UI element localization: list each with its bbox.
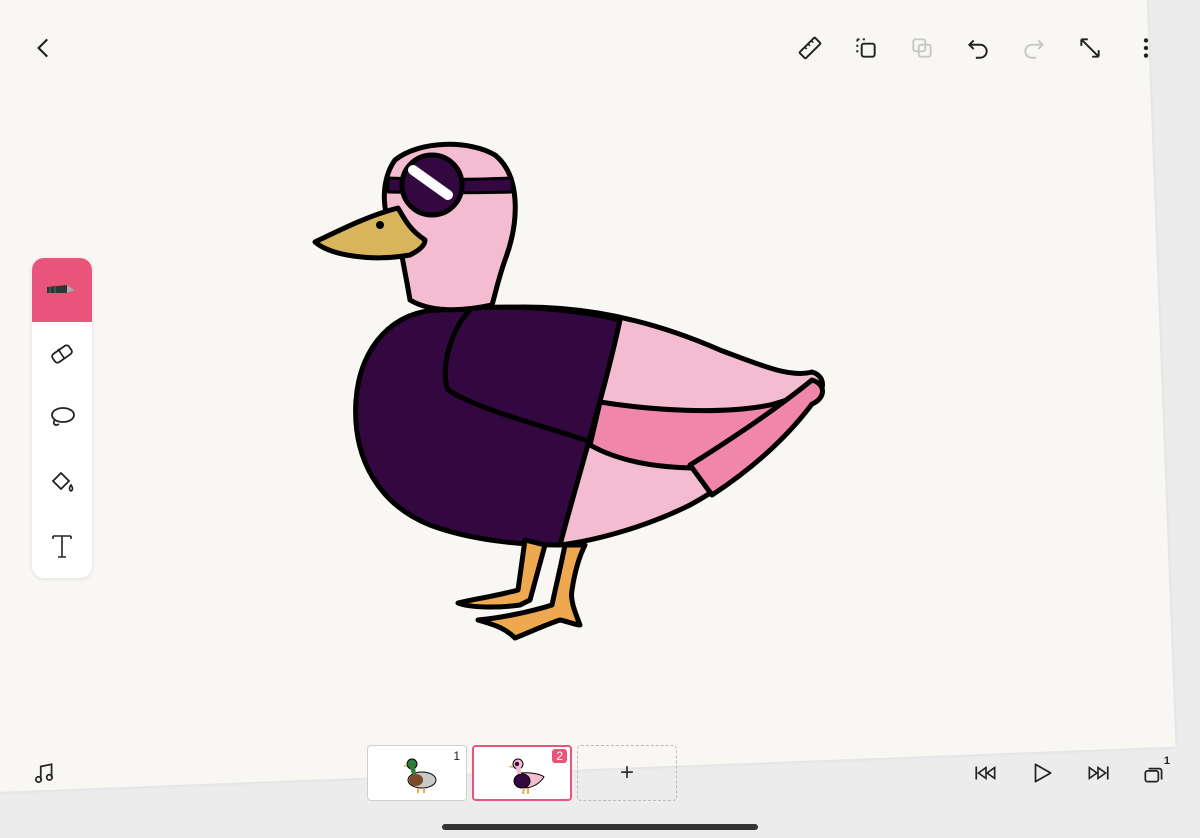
eraser-icon (51, 344, 73, 364)
skip-forward-icon (1088, 766, 1109, 780)
tool-palette (32, 258, 92, 578)
layers-count-badge: 1 (1163, 755, 1170, 767)
frame-2[interactable]: 2 (472, 745, 572, 801)
duplicate-icon (856, 38, 876, 58)
frame-1[interactable]: 1 (367, 745, 467, 801)
back-button[interactable] (22, 26, 66, 70)
frame-number: 1 (453, 749, 460, 763)
pen-icon (47, 285, 75, 293)
redo-icon (1024, 39, 1045, 59)
more-button[interactable] (1124, 26, 1168, 70)
layers-button[interactable]: 1 (1132, 751, 1176, 795)
duplicate-button[interactable] (844, 26, 888, 70)
music-button[interactable] (22, 751, 66, 795)
eraser-tool[interactable] (32, 322, 92, 386)
ruler-icon (798, 36, 822, 60)
lasso-tool[interactable] (32, 386, 92, 450)
copy-icon (912, 38, 932, 58)
frame-thumbnail (403, 758, 437, 793)
more-icon (1143, 38, 1149, 58)
redo-button[interactable] (1012, 26, 1056, 70)
play-icon (1034, 763, 1052, 783)
add-frame-button[interactable]: + (577, 745, 677, 801)
text-tool[interactable] (32, 514, 92, 578)
undo-button[interactable] (956, 26, 1000, 70)
frame-thumbnail (508, 758, 545, 795)
lasso-icon (51, 407, 75, 426)
fill-tool[interactable] (32, 450, 92, 514)
undo-icon (967, 39, 988, 59)
play-button[interactable] (1020, 751, 1064, 795)
duck-leg-back (455, 537, 548, 610)
frame-strip: 1 2 + (367, 745, 677, 801)
fill-bucket-icon (51, 471, 74, 492)
expand-button[interactable] (1068, 26, 1112, 70)
ruler-button[interactable] (788, 26, 832, 70)
frame-number: 2 (552, 749, 567, 763)
expand-icon (1080, 38, 1100, 58)
skip-back-icon (975, 766, 996, 780)
duck-drawing (312, 141, 825, 641)
chevron-left-icon (37, 38, 49, 58)
skip-back-button[interactable] (964, 751, 1008, 795)
home-indicator (442, 824, 758, 830)
pen-tool[interactable] (32, 258, 92, 322)
text-icon (52, 535, 72, 558)
music-icon (35, 763, 53, 784)
copy-button[interactable] (900, 26, 944, 70)
skip-forward-button[interactable] (1076, 751, 1120, 795)
